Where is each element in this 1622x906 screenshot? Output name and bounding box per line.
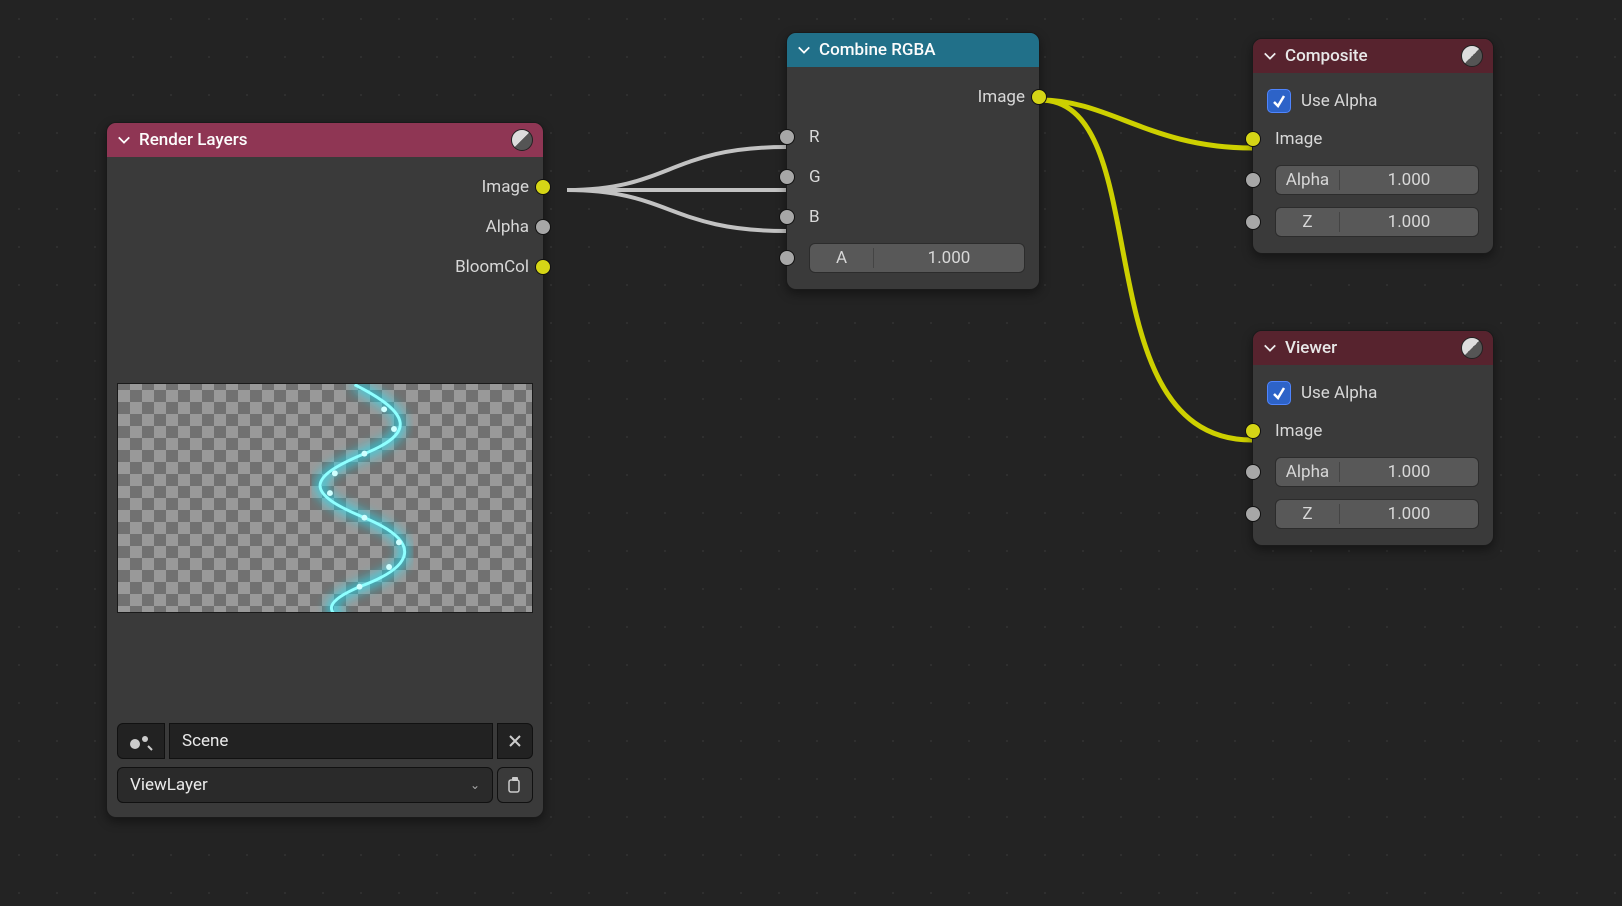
bloom-output-socket[interactable] [535,259,551,275]
view-layer-row: ViewLayer ⌄ [107,763,543,807]
input-label: G [809,167,821,187]
node-title: Composite [1285,46,1461,66]
z-value-field[interactable]: Z 1.000 [1275,207,1479,237]
scene-input[interactable] [169,723,493,759]
value-label: Z [1276,504,1340,524]
value-label: Z [1276,212,1340,232]
input-z-row: Z 1.000 [1253,493,1493,535]
viewer-node[interactable]: Viewer Use Alpha Image Alpha 1.000 Z 1.0… [1252,330,1494,546]
render-layers-node[interactable]: Render Layers Image Alpha BloomCol [106,122,544,818]
output-label: Image [482,177,529,197]
node-title: Viewer [1285,338,1461,358]
input-alpha-row: Alpha 1.000 [1253,159,1493,201]
view-layer-label: ViewLayer [130,775,208,795]
node-title: Render Layers [139,130,511,150]
input-g-row: G [787,157,1039,197]
use-alpha-label: Use Alpha [1301,91,1377,111]
alpha-value-field[interactable]: Alpha 1.000 [1275,165,1479,195]
g-input-socket[interactable] [779,169,795,185]
alpha-input-socket[interactable] [1245,172,1261,188]
output-label: Alpha [486,217,529,237]
output-label: BloomCol [455,257,529,277]
input-alpha-row: Alpha 1.000 [1253,451,1493,493]
use-alpha-label: Use Alpha [1301,383,1377,403]
input-z-row: Z 1.000 [1253,201,1493,243]
value-number: 1.000 [1340,462,1478,482]
z-input-socket[interactable] [1245,214,1261,230]
b-input-socket[interactable] [779,209,795,225]
image-output-socket[interactable] [535,179,551,195]
render-button[interactable] [497,767,533,803]
node-header[interactable]: Composite [1253,39,1493,73]
close-icon [508,734,522,748]
input-image-row: Image [1253,119,1493,159]
material-icon [511,129,533,151]
use-alpha-row[interactable]: Use Alpha [1253,83,1493,119]
check-icon [1272,94,1286,108]
scene-field-row [107,719,543,763]
node-title: Combine RGBA [819,40,1029,60]
node-header[interactable]: Render Layers [107,123,543,157]
chevron-down-icon [1263,341,1277,355]
value-number: 1.000 [1340,504,1478,524]
value-label: Alpha [1276,170,1340,190]
input-b-row: B [787,197,1039,237]
output-bloom-row: BloomCol [107,247,543,287]
render-preview [117,383,533,613]
output-image-row: Image [107,167,543,207]
value-label: Alpha [1276,462,1340,482]
material-icon [1461,45,1483,67]
image-output-socket[interactable] [1031,89,1047,105]
input-r-row: R [787,117,1039,157]
input-label: Image [1275,129,1322,149]
input-label: R [809,127,819,147]
alpha-output-socket[interactable] [535,219,551,235]
chevron-down-icon [117,133,131,147]
alpha-input-socket[interactable] [1245,464,1261,480]
a-value-field[interactable]: A 1.000 [809,243,1025,273]
node-header[interactable]: Combine RGBA [787,33,1039,67]
input-label: Image [1275,421,1322,441]
output-image-row: Image [787,77,1039,117]
view-layer-dropdown[interactable]: ViewLayer ⌄ [117,767,493,803]
r-input-socket[interactable] [779,129,795,145]
material-icon [1461,337,1483,359]
value-number: 1.000 [1340,212,1478,232]
clipboard-icon [506,776,524,794]
chevron-down-icon [1263,49,1277,63]
image-input-socket[interactable] [1245,131,1261,147]
input-label: B [809,207,820,227]
image-input-socket[interactable] [1245,423,1261,439]
output-alpha-row: Alpha [107,207,543,247]
check-icon [1272,386,1286,400]
input-a-row: A 1.000 [787,237,1039,279]
output-label: Image [978,87,1025,107]
use-alpha-checkbox[interactable] [1267,89,1291,113]
chevron-down-icon [797,43,811,57]
node-header[interactable]: Viewer [1253,331,1493,365]
composite-node[interactable]: Composite Use Alpha Image Alpha 1.000 Z … [1252,38,1494,254]
value-number: 1.000 [874,248,1024,268]
use-alpha-row[interactable]: Use Alpha [1253,375,1493,411]
chevron-down-icon: ⌄ [470,778,480,792]
use-alpha-checkbox[interactable] [1267,381,1291,405]
combine-rgba-node[interactable]: Combine RGBA Image R G B A 1.000 [786,32,1040,290]
a-input-socket[interactable] [779,250,795,266]
z-input-socket[interactable] [1245,506,1261,522]
z-value-field[interactable]: Z 1.000 [1275,499,1479,529]
value-number: 1.000 [1340,170,1478,190]
value-label: A [810,248,874,268]
clear-scene-button[interactable] [497,723,533,759]
scene-datablock-icon[interactable] [117,723,165,759]
input-image-row: Image [1253,411,1493,451]
alpha-value-field[interactable]: Alpha 1.000 [1275,457,1479,487]
